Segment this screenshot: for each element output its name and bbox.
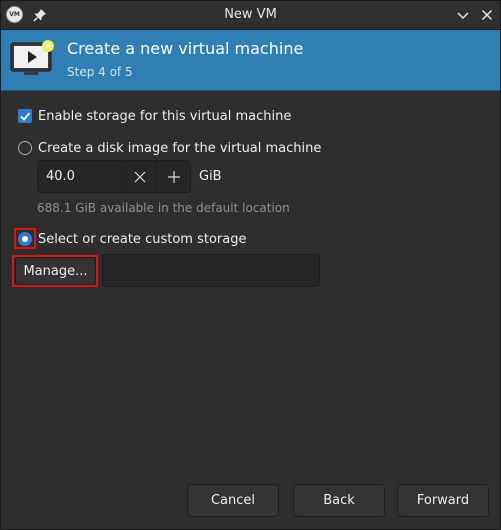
disk-size-unit: GiB [199,169,222,184]
increment-button[interactable] [156,161,190,192]
plus-icon [167,170,180,183]
enable-storage-checkbox[interactable]: Enable storage for this virtual machine [18,107,291,125]
checkbox-checked-icon [18,109,32,123]
titlebar: VM New VM [1,1,500,30]
radio-selected-icon [18,232,32,246]
cancel-button[interactable]: Cancel [187,484,279,517]
window-title: New VM [224,7,277,22]
manage-button[interactable]: Manage... [15,257,96,285]
clear-x-icon [134,171,145,182]
create-disk-label: Create a disk image for the virtual mach… [38,140,322,156]
new-vm-monitor-icon [10,40,54,75]
radio-unselected-icon [18,141,32,155]
decrement-button[interactable] [122,161,156,192]
create-disk-radio[interactable]: Create a disk image for the virtual mach… [18,139,321,157]
page-title: Create a new virtual machine [67,39,304,58]
header-banner: Create a new virtual machine Step 4 of 5 [1,30,500,91]
enable-storage-label: Enable storage for this virtual machine [38,108,292,124]
available-space-text: 688.1 GiB available in the default locat… [37,201,290,215]
close-icon[interactable] [479,7,495,23]
custom-storage-label: Select or create custom storage [38,231,247,247]
storage-path-input[interactable] [102,254,320,287]
new-vm-dialog: VM New VM Create a new virtual machine S… [0,0,501,530]
custom-storage-radio[interactable]: Select or create custom storage [18,230,246,248]
disk-size-input[interactable] [38,161,122,192]
chevron-down-icon[interactable] [455,7,471,23]
back-button[interactable]: Back [293,484,385,517]
disk-size-spinner [37,160,191,193]
step-indicator: Step 4 of 5 [67,65,133,79]
forward-button[interactable]: Forward [397,484,489,517]
